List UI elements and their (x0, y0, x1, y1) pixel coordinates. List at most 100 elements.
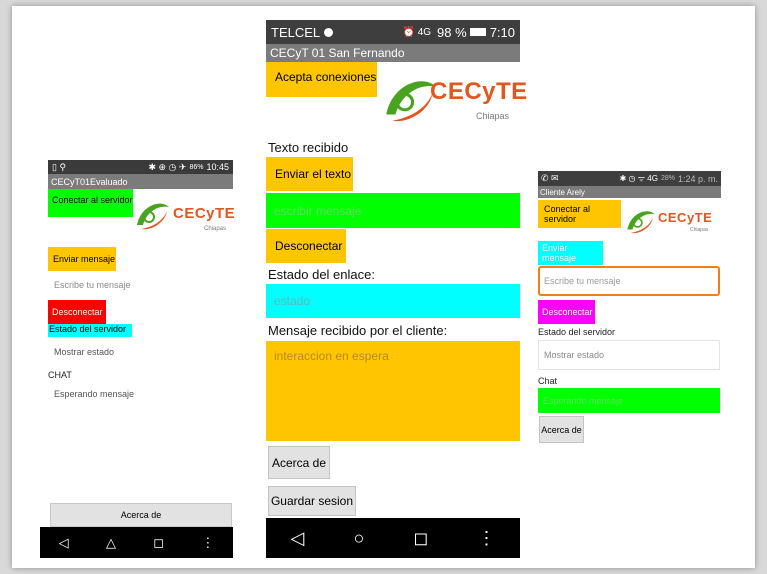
center-waiting-interaction: interaccion en espera (274, 349, 389, 363)
center-link-status-text: Estado del enlace: (268, 267, 375, 282)
center-about-label: Acerca de (271, 455, 327, 470)
left-nav-bar: ◁ △ ◻ ⋮ (40, 527, 233, 558)
right-status-bar: ✆ ✉ ✱ ◷ ᯤ 4G 28% 1:24 p. m. (538, 171, 721, 186)
left-message-input[interactable]: Escribe tu mensaje (54, 280, 224, 294)
left-waiting-message: Esperando mensaje (54, 389, 134, 399)
right-waiting-message: Esperando mensaje (538, 388, 720, 413)
center-accept-button[interactable]: Acepta conexiones (266, 62, 377, 97)
center-write-input[interactable]: escribir mensaje (266, 193, 520, 228)
left-show-status: Mostrar estado (54, 347, 114, 357)
left-battery: 86% (189, 163, 204, 171)
center-menu-icon[interactable]: ⋮ (477, 528, 495, 549)
center-title-bar: CECyT 01 San Fernando (266, 44, 520, 62)
right-send-button[interactable]: Enviar mensaje (538, 241, 603, 265)
left-logo-swirl-icon (137, 203, 169, 230)
left-home-icon[interactable]: △ (106, 535, 116, 551)
right-disconnect-label: Desconectar (542, 307, 593, 317)
center-battery: 98 % (437, 24, 467, 40)
right-about-label: Acerca de (541, 424, 582, 435)
right-server-status-text: Estado del servidor (538, 327, 616, 337)
center-status-icons: ⏰ 4G (402, 26, 432, 38)
right-cecyte-logo: CECyTE Chiapas (624, 203, 719, 241)
center-save-button[interactable]: Guardar sesion (268, 486, 356, 516)
left-connect-label: Conectar al servidor (52, 195, 133, 205)
center-send-text-label: Enviar el texto (275, 167, 352, 181)
right-connect-button[interactable]: Conectar al servidor (538, 200, 621, 228)
right-show-status-text: Mostrar estado (544, 350, 605, 360)
center-write-placeholder: escribir mensaje (274, 203, 362, 218)
center-time: 7:10 (489, 24, 515, 40)
center-received-text-label: Texto recibido (268, 140, 348, 155)
center-client-message-text: Mensaje recibido por el cliente: (268, 323, 448, 338)
left-server-status-text: Estado del servidor (49, 324, 127, 334)
left-time: 10:45 (206, 162, 229, 172)
center-client-message-label: Mensaje recibido por el cliente: (268, 323, 447, 338)
center-save-label: Guardar sesion (270, 494, 354, 508)
left-disconnect-button[interactable]: Desconectar (48, 300, 106, 324)
right-about-button[interactable]: Acerca de (539, 416, 584, 443)
left-back-icon[interactable]: ◁ (59, 535, 69, 551)
center-client-message-area: interaccion en espera (266, 341, 520, 441)
left-status-icons-left: ▯ ⚲ (52, 161, 67, 172)
left-server-status-label: Estado del servidor (48, 324, 132, 337)
left-send-button[interactable]: Enviar mensaje (48, 247, 116, 271)
right-title-bar: Cliente Arely (538, 186, 721, 198)
left-chat-label: CHAT (48, 370, 72, 380)
left-status-icons-right: ✱ ⊕ ◷ ✈ (148, 161, 187, 172)
left-send-label: Enviar mensaje (53, 254, 116, 264)
left-disconnect-label: Desconectar (52, 307, 103, 317)
right-chat-label: Chat (538, 376, 557, 386)
left-message-placeholder: Escribe tu mensaje (54, 280, 131, 290)
right-server-status-label: Estado del servidor (538, 327, 615, 337)
left-app-title: CECyT01Evaluado (51, 176, 128, 187)
center-disconnect-label: Desconectar (275, 239, 343, 253)
left-about-label: Acerca de (120, 510, 162, 520)
center-accept-label: Acepta conexiones (275, 70, 377, 84)
right-logo-text: CECyTE (658, 210, 713, 225)
left-waiting-text: Esperando mensaje (54, 389, 135, 399)
right-disconnect-button[interactable]: Desconectar (538, 300, 595, 324)
center-nav-bar: ◁ ○ ◻ ⋮ (266, 518, 520, 558)
left-status-bar: ▯ ⚲ ✱ ⊕ ◷ ✈ 86% 10:45 (48, 160, 233, 174)
right-waiting-text: Esperando mensaje (543, 395, 624, 406)
left-logo-sub: Chiapas (204, 226, 227, 232)
center-received-text: Texto recibido (268, 140, 349, 155)
right-status-icons-left: ✆ ✉ (541, 173, 559, 183)
center-status-bar: TELCEL ⏰ 4G 98 % 7:10 (266, 20, 520, 44)
right-app-title: Cliente Arely (540, 187, 585, 197)
right-chat-text: Chat (538, 376, 558, 386)
left-show-status-text: Mostrar estado (54, 347, 115, 357)
center-home-icon[interactable]: ○ (353, 528, 364, 549)
center-carrier-icon (324, 27, 334, 37)
center-status-field: estado (266, 284, 520, 318)
left-menu-icon[interactable]: ⋮ (201, 535, 214, 551)
center-logo-sub: Chiapas (476, 111, 510, 121)
center-link-status-label: Estado del enlace: (268, 267, 375, 282)
right-connect-label: Conectar al servidor (544, 204, 591, 224)
left-recents-icon[interactable]: ◻ (153, 535, 164, 551)
right-message-input[interactable]: Escribe tu mensaje (538, 266, 720, 296)
center-cecyte-logo: CECyTE Chiapas (380, 64, 527, 134)
left-cecyte-logo: CECyTE Chiapas (133, 193, 235, 239)
right-message-placeholder: Escribe tu mensaje (544, 276, 621, 286)
left-chat-text: CHAT (48, 370, 72, 380)
left-connect-button[interactable]: Conectar al servidor (48, 189, 133, 217)
center-carrier: TELCEL (271, 24, 321, 40)
center-logo-text: CECyTE (430, 78, 528, 105)
center-back-icon[interactable]: ◁ (291, 528, 305, 549)
left-title-bar: CECyT01Evaluado (48, 174, 233, 189)
center-recents-icon[interactable]: ◻ (413, 528, 428, 549)
center-send-text-button[interactable]: Enviar el texto (266, 157, 353, 191)
right-battery: 28% (660, 175, 675, 182)
center-status-field-text: estado (274, 294, 311, 308)
right-time: 1:24 p. m. (677, 173, 718, 184)
right-show-status-field: Mostrar estado (538, 340, 720, 370)
right-logo-swirl-icon (627, 211, 655, 234)
center-app-title: CECyT 01 San Fernando (270, 46, 405, 60)
right-status-icons-right: ✱ ◷ ᯤ 4G (619, 174, 658, 183)
center-battery-icon (469, 28, 486, 36)
right-send-label: Enviar mensaje (542, 243, 577, 263)
left-about-button[interactable]: Acerca de (50, 503, 232, 527)
center-disconnect-button[interactable]: Desconectar (266, 229, 346, 263)
center-about-button[interactable]: Acerca de (268, 446, 330, 479)
